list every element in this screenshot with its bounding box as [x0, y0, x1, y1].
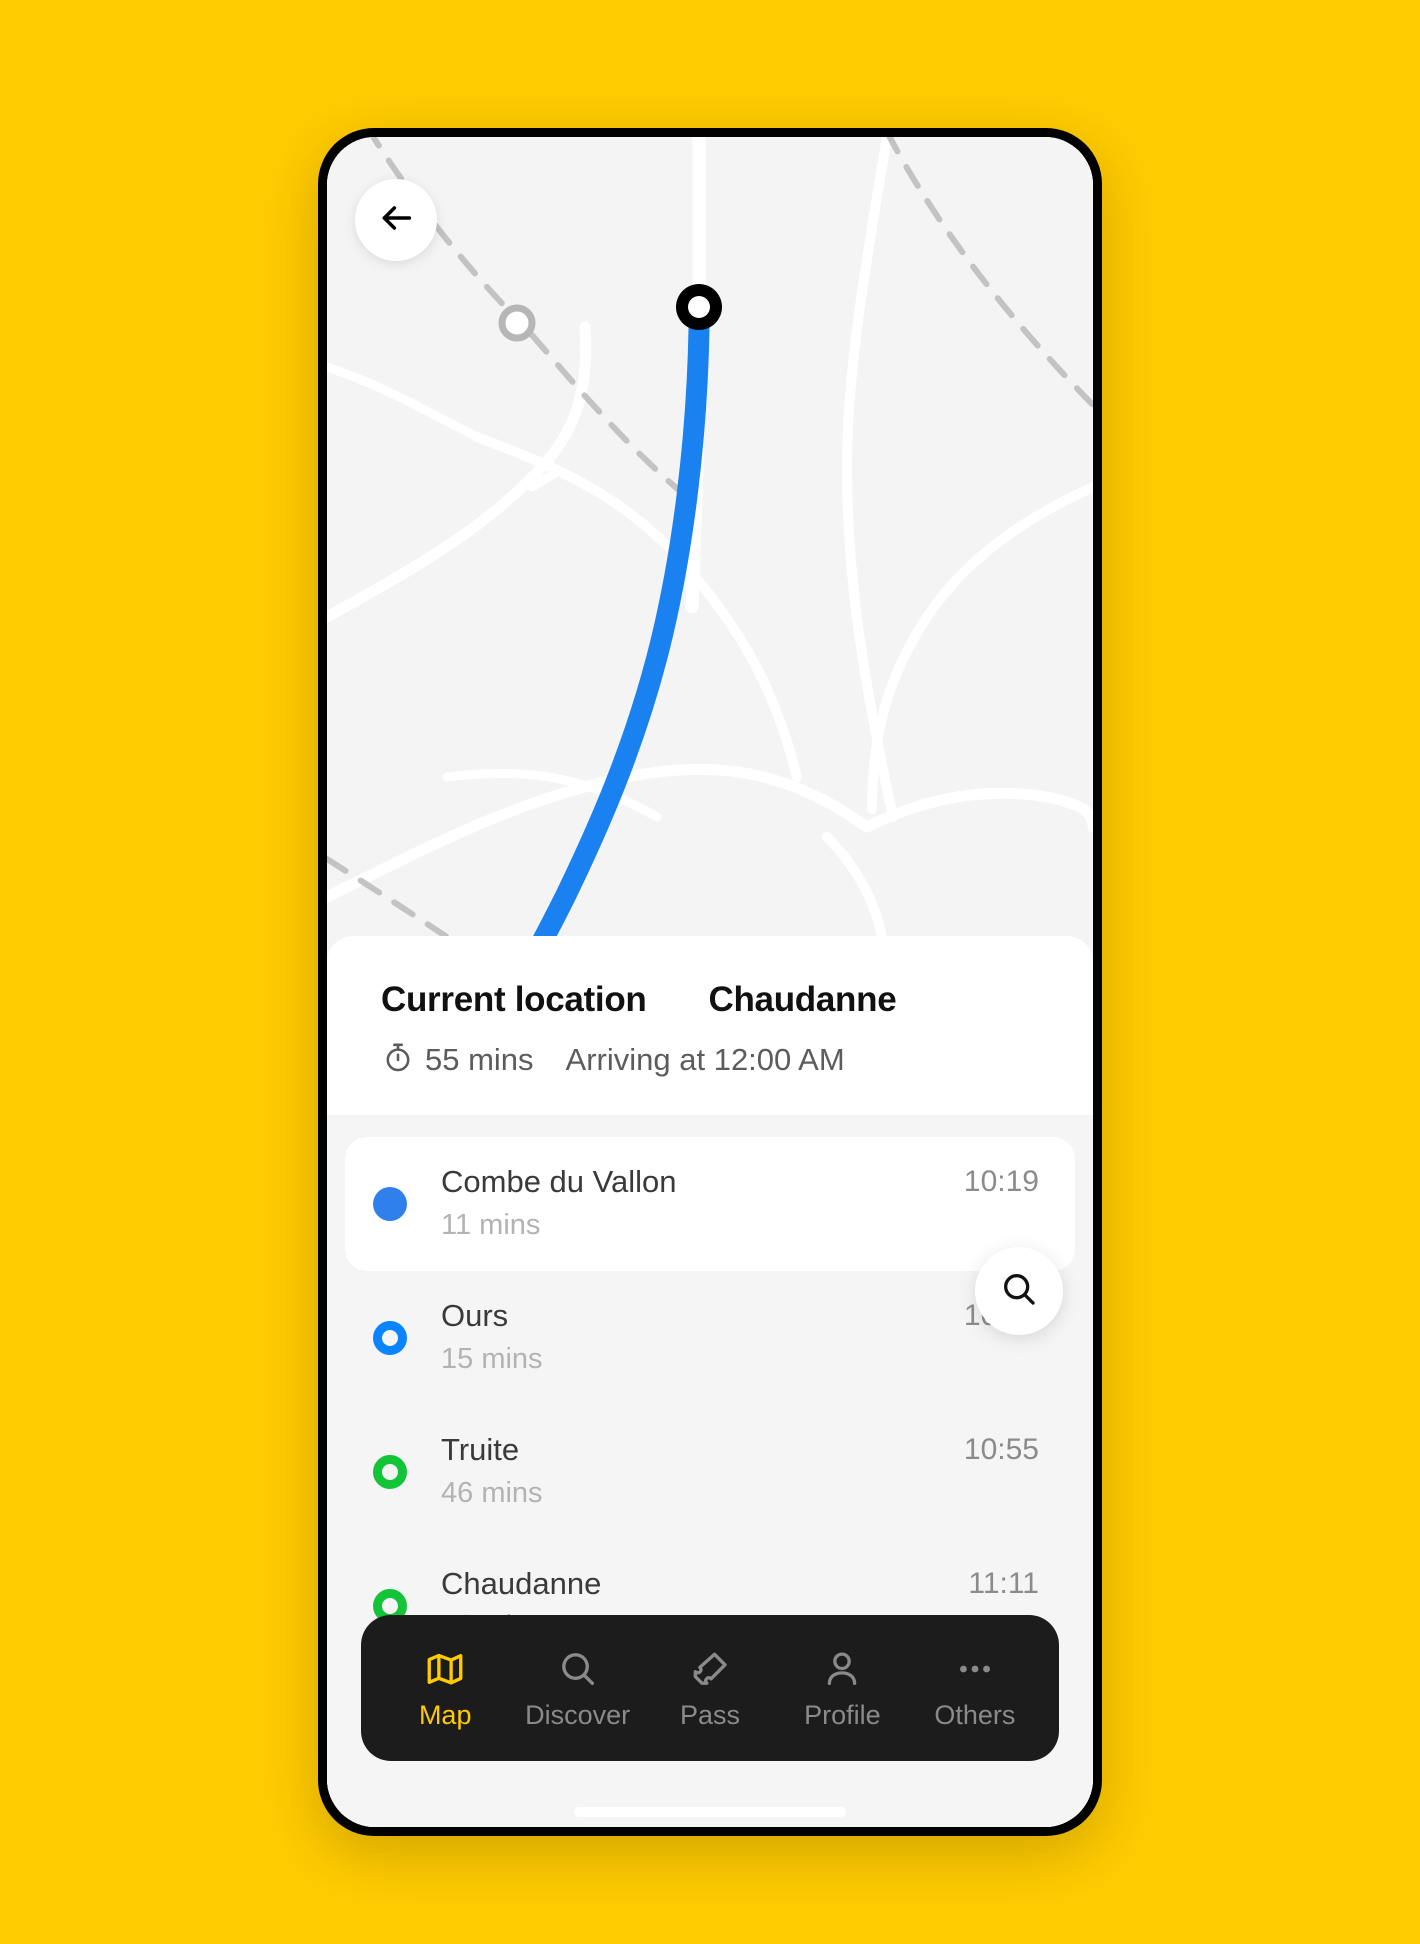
route-origin-label: Current location	[381, 980, 647, 1019]
nav-item-label: Pass	[680, 1699, 741, 1730]
home-indicator	[574, 1807, 846, 1817]
stop-duration: 15 mins	[441, 1342, 543, 1375]
nav-item-discover[interactable]: Discover	[511, 1648, 643, 1729]
nav-item-label: Profile	[804, 1699, 881, 1730]
stop-text: Ours 15 mins	[441, 1297, 964, 1379]
stop-name: Chaudanne	[441, 1565, 602, 1601]
stop-marker-icon	[373, 1186, 407, 1221]
back-button[interactable]	[355, 179, 437, 261]
nav-item-label: Discover	[525, 1699, 631, 1730]
stop-time: 10:19	[963, 1165, 1039, 1198]
route-meta: 55 mins Arriving at 12:00 AM	[381, 1040, 1039, 1079]
route-endpoints: Current location Chaudanne	[381, 980, 1039, 1020]
stop-time: 10:55	[963, 1432, 1039, 1466]
bottom-navigation-bar[interactable]: Map Discover Pass Profile Others	[361, 1615, 1059, 1761]
origin-marker	[676, 284, 722, 330]
arrow-left-icon	[376, 198, 416, 243]
stop-marker-icon	[373, 1454, 407, 1489]
stop-text: Combe du Vallon 11 mins	[441, 1163, 964, 1245]
nav-item-label: Others	[934, 1699, 1016, 1730]
stop-duration: 46 mins	[441, 1476, 543, 1509]
map-icon	[424, 1648, 466, 1690]
stopwatch-icon	[381, 1040, 415, 1079]
nav-item-map[interactable]: Map	[379, 1648, 511, 1729]
stop-duration: 11 mins	[441, 1208, 541, 1241]
nav-item-profile[interactable]: Profile	[776, 1648, 908, 1729]
stop-name: Combe du Vallon	[441, 1164, 677, 1199]
route-arrival-time: Arriving at 12:00 AM	[565, 1041, 845, 1077]
stop-marker-icon	[373, 1320, 407, 1355]
stop-row[interactable]: Ours15 mins10:30	[345, 1271, 1075, 1405]
waypoint-marker	[498, 304, 536, 342]
stop-row[interactable]: Combe du Vallon 11 mins 10:19	[345, 1137, 1075, 1271]
nav-item-label: Map	[418, 1699, 472, 1730]
ellipsis-icon	[954, 1648, 996, 1690]
person-icon	[821, 1648, 863, 1690]
phone-frame: Current location Chaudanne 55 mins Arriv…	[318, 128, 1102, 1836]
search-fab-button[interactable]	[975, 1247, 1063, 1335]
stop-name: Truite	[441, 1431, 520, 1467]
nav-item-pass[interactable]: Pass	[644, 1648, 776, 1729]
route-destination-label: Chaudanne	[708, 980, 897, 1019]
stop-name: Ours	[441, 1297, 509, 1333]
stop-list[interactable]: Combe du Vallon 11 mins 10:19 Ours 15 mins 10…	[327, 1115, 1093, 1673]
search-icon	[557, 1648, 599, 1690]
route-duration: 55 mins	[425, 1041, 534, 1077]
ticket-icon	[689, 1648, 731, 1690]
phone-screen: Current location Chaudanne 55 mins Arriv…	[327, 137, 1093, 1827]
stop-text: Truite 46 mins	[441, 1431, 964, 1513]
nav-item-others[interactable]: Others	[909, 1648, 1041, 1729]
search-icon	[999, 1269, 1039, 1314]
stop-row[interactable]: Truite 46 mins 10:55	[345, 1405, 1075, 1539]
route-summary-header: Current location Chaudanne 55 mins Arriv…	[327, 936, 1093, 1115]
stop-time: 11:11	[968, 1566, 1039, 1600]
